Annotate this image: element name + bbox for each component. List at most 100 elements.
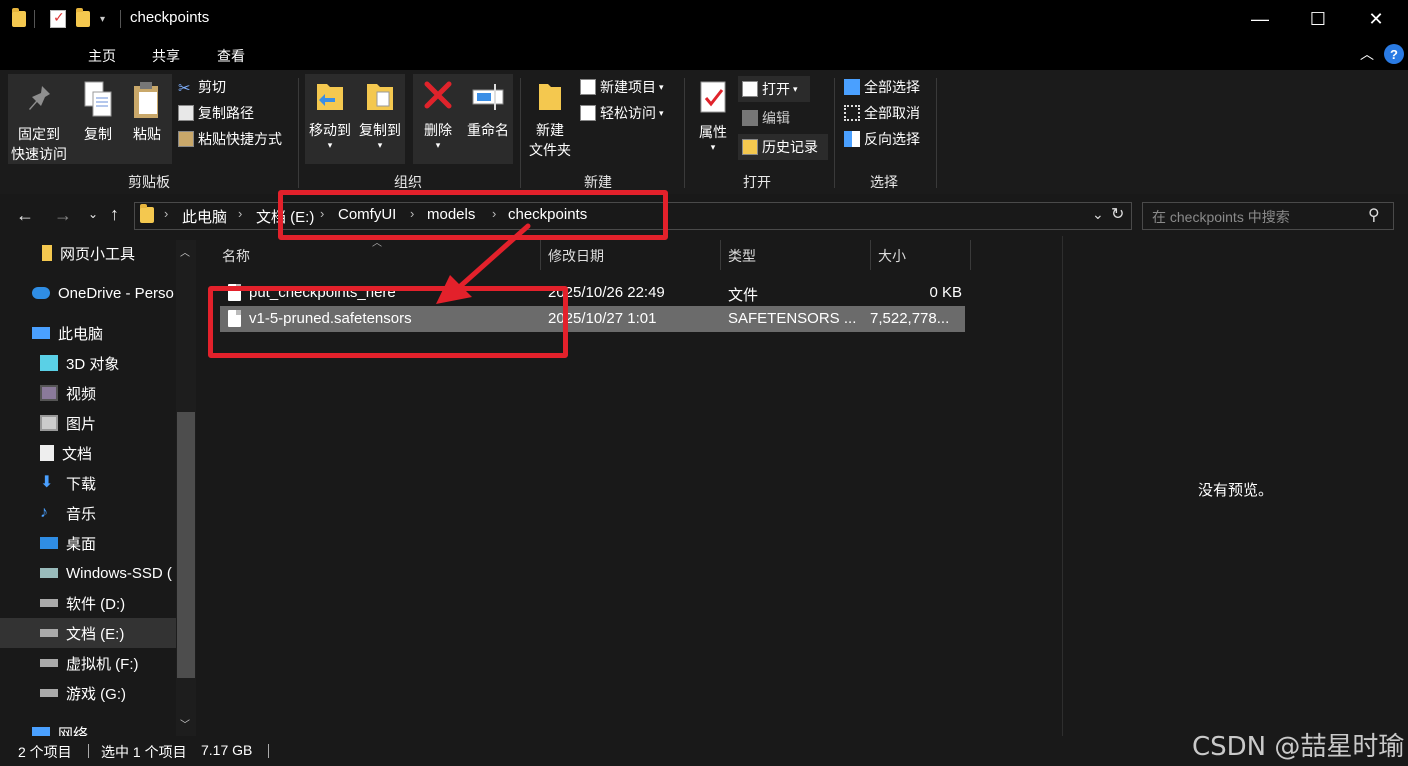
nav-item-videos[interactable]: 视频 xyxy=(0,378,176,408)
nav-item-this-pc[interactable]: 此电脑 xyxy=(0,318,176,348)
copy-button[interactable]: 复制 xyxy=(78,80,118,144)
help-icon[interactable]: ? xyxy=(1384,44,1404,64)
nav-item-3d-objects[interactable]: 3D 对象 xyxy=(0,348,176,378)
clipboard-group-label: 剪贴板 xyxy=(128,174,170,190)
copy-to-button[interactable]: 复制到 ▾ xyxy=(356,76,404,150)
nav-item-drive-g[interactable]: 游戏 (G:) xyxy=(0,678,176,708)
properties-button[interactable]: 属性 ▾ xyxy=(692,78,734,152)
pin-label-1: 固定到 xyxy=(18,126,60,142)
refresh-icon[interactable]: ↻ xyxy=(1111,204,1124,224)
collapse-ribbon-icon[interactable]: ︿ xyxy=(1360,44,1374,64)
column-header-size[interactable]: 大小 xyxy=(878,246,906,266)
minimize-button[interactable]: — xyxy=(1230,0,1290,38)
customize-toolbar-icon[interactable]: ▾ xyxy=(100,8,105,30)
preview-pane-divider[interactable] xyxy=(1062,236,1063,736)
close-button[interactable]: ✕ xyxy=(1346,0,1406,38)
folder-icon xyxy=(12,8,26,30)
paste-shortcut-button[interactable]: 粘贴快捷方式 xyxy=(178,128,282,150)
open-button[interactable]: 打开 ▾ xyxy=(742,78,798,100)
drive-icon xyxy=(40,568,58,578)
paste-button[interactable]: 粘贴 xyxy=(126,80,168,144)
nav-item-drive-f[interactable]: 虚拟机 (F:) xyxy=(0,648,176,678)
tab-share[interactable]: 共享 xyxy=(152,46,180,66)
column-divider[interactable] xyxy=(870,240,871,270)
nav-item-downloads[interactable]: ⬇ 下载 xyxy=(0,468,176,498)
delete-dropdown-icon: ▾ xyxy=(435,140,441,150)
nav-scrollbar-thumb[interactable] xyxy=(177,412,195,678)
status-selected-size: 7.17 GB xyxy=(201,742,253,758)
tab-view[interactable]: 查看 xyxy=(217,46,245,66)
select-none-button[interactable]: 全部取消 xyxy=(844,102,920,124)
drive-icon xyxy=(40,629,58,637)
nav-item-label: OneDrive - Perso xyxy=(58,284,174,302)
nav-item-drive-d[interactable]: 软件 (D:) xyxy=(0,588,176,618)
nav-item-label: 游戏 (G:) xyxy=(66,685,126,703)
select-none-icon xyxy=(844,105,860,121)
nav-item-network[interactable]: 网络 xyxy=(0,718,176,736)
tab-home[interactable]: 主页 xyxy=(88,46,116,66)
toolbar-divider xyxy=(120,10,121,28)
file-size: 0 KB xyxy=(929,284,962,301)
history-button[interactable]: 历史记录 xyxy=(742,136,818,158)
copy-to-dropdown-icon: ▾ xyxy=(377,140,383,150)
column-header-name[interactable]: 名称 xyxy=(222,246,250,266)
download-icon: ⬇ xyxy=(40,474,54,491)
nav-item-documents[interactable]: 文档 xyxy=(0,438,176,468)
breadcrumb-chevron-icon[interactable]: › xyxy=(238,206,242,221)
column-divider[interactable] xyxy=(720,240,721,270)
paste-label: 粘贴 xyxy=(133,126,161,142)
column-divider[interactable] xyxy=(540,240,541,270)
easy-access-button[interactable]: 轻松访问 ▾ xyxy=(580,102,664,124)
history-label: 历史记录 xyxy=(762,139,818,155)
group-separator xyxy=(684,78,685,188)
edit-label: 编辑 xyxy=(762,110,790,126)
toolbar-divider xyxy=(34,10,35,28)
recent-locations-icon[interactable]: ⌄ xyxy=(88,207,98,221)
music-icon: ♪ xyxy=(40,504,48,521)
paste-icon xyxy=(130,80,164,120)
ribbon: 固定到 快速访问 复制 粘贴 ✂ 剪切 复制路径 粘贴快捷方式 剪贴板 移动到 … xyxy=(0,70,1408,194)
invert-selection-button[interactable]: 反向选择 xyxy=(844,128,920,150)
breadcrumb-this-pc[interactable]: 此电脑 xyxy=(182,206,227,227)
watermark: CSDN @喆星时瑜 xyxy=(1192,732,1405,762)
move-to-button[interactable]: 移动到 ▾ xyxy=(306,76,354,150)
status-divider xyxy=(88,744,89,758)
breadcrumb-chevron-icon[interactable]: › xyxy=(164,206,168,221)
maximize-button[interactable]: ☐ xyxy=(1288,0,1348,38)
nav-item-windows-ssd[interactable]: Windows-SSD ( xyxy=(0,558,176,588)
nav-item-music[interactable]: ♪ 音乐 xyxy=(0,498,176,528)
edit-button[interactable]: 编辑 xyxy=(742,107,790,129)
up-arrow-icon[interactable]: ↑ xyxy=(110,204,119,225)
copy-path-button[interactable]: 复制路径 xyxy=(178,102,254,124)
nav-item-pictures[interactable]: 图片 xyxy=(0,408,176,438)
folder-icon xyxy=(42,245,52,261)
new-item-dropdown-icon: ▾ xyxy=(659,81,664,92)
scroll-up-icon[interactable]: ︿ xyxy=(180,244,190,259)
nav-item-drive-e[interactable]: 文档 (E:) xyxy=(0,618,176,648)
nav-item-label: 文档 xyxy=(62,445,93,463)
scroll-down-icon[interactable]: ﹀ xyxy=(180,716,190,731)
pin-quick-access-button[interactable]: 固定到 快速访问 xyxy=(8,80,70,164)
new-item-button[interactable]: 新建项目 ▾ xyxy=(580,76,664,98)
nav-item-web-tools[interactable]: 网页小工具 xyxy=(0,238,176,268)
rename-button[interactable]: 重命名 xyxy=(462,76,514,140)
group-separator xyxy=(936,78,937,188)
new-folder-button[interactable]: 新建 文件夹 xyxy=(526,76,574,160)
address-dropdown-icon[interactable]: ⌄ xyxy=(1092,206,1104,223)
delete-button[interactable]: 删除 ▾ xyxy=(416,76,460,150)
nav-item-onedrive[interactable]: OneDrive - Perso xyxy=(0,278,176,308)
properties-dropdown-icon: ▾ xyxy=(710,142,716,152)
search-icon[interactable]: ⚲ xyxy=(1368,205,1380,225)
back-arrow-icon[interactable]: ← xyxy=(16,205,34,226)
nav-item-desktop[interactable]: 桌面 xyxy=(0,528,176,558)
column-header-date[interactable]: 修改日期 xyxy=(548,246,604,266)
copy-path-icon xyxy=(178,105,194,121)
properties-quick-icon[interactable] xyxy=(50,8,66,30)
annotation-box-address xyxy=(278,190,668,240)
new-folder-quick-icon[interactable] xyxy=(76,8,90,30)
select-all-button[interactable]: 全部选择 xyxy=(844,76,920,98)
forward-arrow-icon[interactable]: → xyxy=(54,205,72,226)
column-divider[interactable] xyxy=(970,240,971,270)
column-header-type[interactable]: 类型 xyxy=(728,246,756,266)
cut-button[interactable]: ✂ 剪切 xyxy=(178,76,226,98)
